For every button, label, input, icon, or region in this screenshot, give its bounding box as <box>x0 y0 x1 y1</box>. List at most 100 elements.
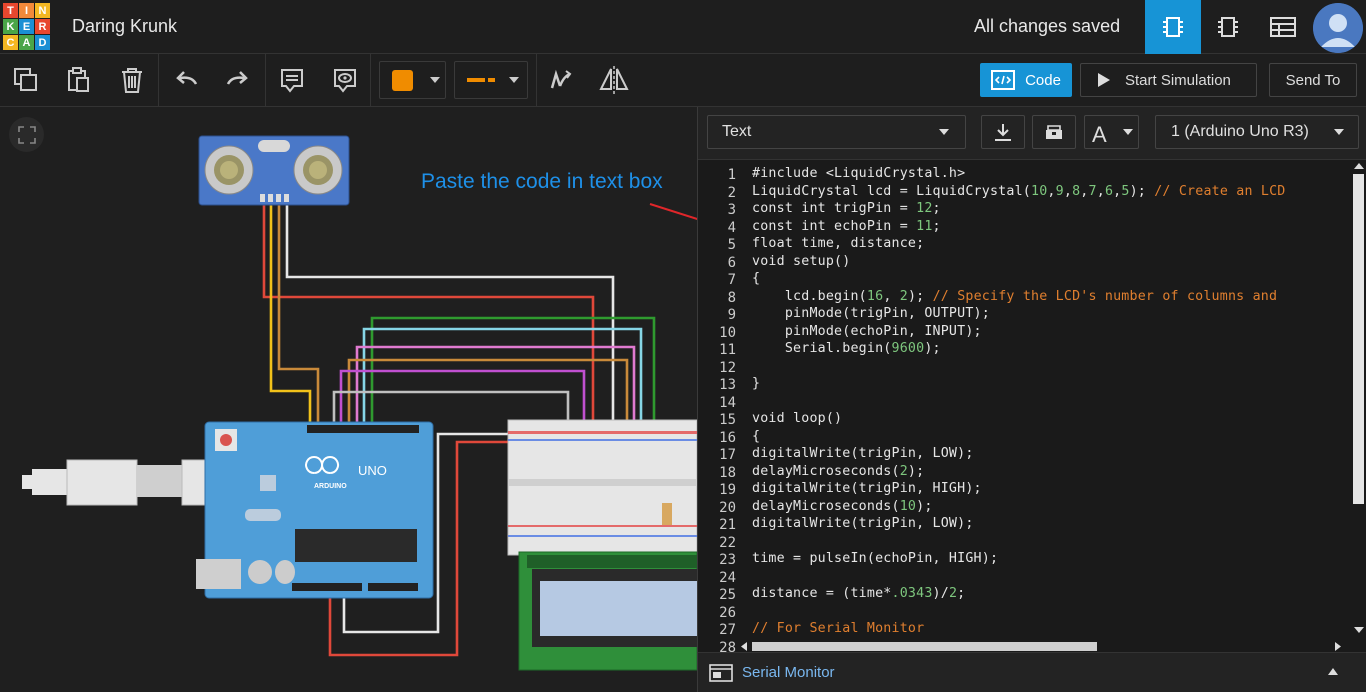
library-icon <box>1046 125 1062 139</box>
trash-icon <box>122 68 142 93</box>
line-number: 4 <box>727 219 736 236</box>
rotate-button[interactable] <box>540 60 580 100</box>
tinkercad-app: TINKERCAD Daring Krunk All changes saved <box>0 0 1366 692</box>
code-line[interactable]: digitalWrite(trigPin, HIGH); <box>752 481 982 496</box>
toolbar-divider <box>265 54 266 107</box>
code-line[interactable]: lcd.begin(16, 2); // Specify the LCD's n… <box>752 289 1277 304</box>
device-dropdown[interactable]: 1 (Arduino Uno R3) <box>1155 115 1359 149</box>
scroll-left-icon[interactable] <box>740 642 748 651</box>
start-simulation-button[interactable]: Start Simulation <box>1080 63 1257 97</box>
code-button[interactable]: Code <box>980 63 1072 97</box>
serial-monitor-bar[interactable]: Serial Monitor <box>698 652 1366 692</box>
font-size-dropdown[interactable]: A <box>1084 115 1139 149</box>
vertical-scroll-thumb[interactable] <box>1353 174 1364 504</box>
chevron-up-icon[interactable] <box>1328 668 1338 675</box>
notes-visibility-button[interactable] <box>325 60 365 100</box>
horizontal-scroll-thumb[interactable] <box>752 642 1097 651</box>
code-line[interactable]: const int trigPin = 12; <box>752 201 941 216</box>
code-editor[interactable]: 1 2 3 4 5 6 7 8 9 10 11 12 13 14 15 16 17 18 19 20 21 22 23 24 2… <box>698 159 1366 652</box>
wire-color-dropdown[interactable] <box>379 61 446 99</box>
arduino-uno-board: UNO ARDUINO <box>196 421 434 599</box>
line-number: 24 <box>719 569 736 586</box>
code-panel: Text A 1 (Arduino Uno R3) 1 2 3 4 5 6 7 … <box>697 107 1366 692</box>
annotation-arrow <box>649 203 697 221</box>
logo-letter: K <box>3 19 18 34</box>
toolbar-divider <box>158 54 159 107</box>
line-number: 15 <box>719 412 736 428</box>
flip-button[interactable] <box>594 60 634 100</box>
code-line[interactable]: float time, distance; <box>752 236 924 251</box>
code-line[interactable]: const int echoPin = 11; <box>752 219 941 234</box>
logo-letter: D <box>35 35 50 50</box>
redo-button[interactable] <box>218 60 258 100</box>
code-line[interactable]: void setup() <box>752 254 850 269</box>
project-name[interactable]: Daring Krunk <box>72 16 177 37</box>
component-list-icon <box>1270 17 1296 37</box>
vertical-scrollbar[interactable] <box>1351 160 1366 652</box>
logo-letter: A <box>19 35 34 50</box>
send-to-button[interactable]: Send To <box>1269 63 1357 97</box>
circuit-canvas[interactable]: UNO ARDUINO Paste the code in text box <box>0 107 697 692</box>
code-line[interactable]: Serial.begin(9600); <box>752 341 941 356</box>
line-number: 16 <box>719 429 736 446</box>
line-number: 8 <box>727 289 736 306</box>
code-line[interactable]: #include <LiquidCrystal.h> <box>752 166 965 181</box>
wire-type-dropdown[interactable] <box>454 61 528 99</box>
undo-button[interactable] <box>166 60 206 100</box>
copy-button[interactable] <box>6 60 46 100</box>
schematic-view-button[interactable] <box>1200 0 1256 54</box>
logo-letter: T <box>3 3 18 18</box>
code-line[interactable]: { <box>752 429 760 444</box>
user-avatar[interactable] <box>1313 3 1363 53</box>
instruction-annotation: Paste the code in text box <box>421 170 663 193</box>
code-line[interactable]: // For Serial Monitor <box>752 621 924 636</box>
svg-text:A: A <box>1092 122 1107 144</box>
scroll-up-icon[interactable] <box>1354 162 1364 170</box>
code-line[interactable]: delayMicroseconds(10); <box>752 499 933 514</box>
logo-letter: N <box>35 3 50 18</box>
code-line[interactable]: pinMode(echoPin, INPUT); <box>752 324 982 339</box>
chevron-down-icon <box>430 77 440 83</box>
top-bar: TIN KER CAD Daring Krunk All changes saved <box>0 0 1366 54</box>
toolbar-divider <box>536 54 537 107</box>
download-code-button[interactable] <box>981 115 1025 149</box>
line-number: 14 <box>719 394 736 411</box>
code-line[interactable]: distance = (time*.0343)/2; <box>752 586 965 601</box>
notes-button[interactable] <box>272 60 312 100</box>
code-line[interactable]: { <box>752 271 760 286</box>
circuit-view-button[interactable] <box>1145 0 1201 54</box>
code-line[interactable]: pinMode(trigPin, OUTPUT); <box>752 306 990 321</box>
code-line[interactable]: void loop() <box>752 411 842 426</box>
component-list-button[interactable] <box>1255 0 1311 54</box>
line-number: 9 <box>727 307 736 323</box>
redo-icon <box>226 71 248 85</box>
code-line[interactable]: LiquidCrystal lcd = LiquidCrystal(10,9,8… <box>752 184 1286 199</box>
code-line[interactable]: delayMicroseconds(2); <box>752 464 924 479</box>
play-icon <box>1098 73 1110 87</box>
scroll-down-icon[interactable] <box>1354 626 1364 634</box>
line-number: 12 <box>719 359 736 376</box>
ultrasonic-sensor <box>198 135 350 206</box>
rotate-icon <box>550 69 572 89</box>
code-line[interactable]: } <box>752 376 760 391</box>
chevron-down-icon <box>509 77 519 83</box>
code-line[interactable]: digitalWrite(trigPin, LOW); <box>752 446 974 461</box>
arduino-model-label: UNO <box>358 463 387 478</box>
code-line[interactable]: time = pulseIn(echoPin, HIGH); <box>752 551 998 566</box>
horizontal-scrollbar[interactable] <box>738 639 1351 652</box>
edit-toolbar: Code Start Simulation Send To <box>0 54 1366 107</box>
line-number: 17 <box>719 447 736 463</box>
line-number: 23 <box>719 552 736 568</box>
scroll-right-icon[interactable] <box>1334 642 1342 651</box>
tinkercad-logo[interactable]: TIN KER CAD <box>3 3 50 50</box>
logo-letter: R <box>35 19 50 34</box>
toolbar-divider <box>370 54 371 107</box>
code-line[interactable]: digitalWrite(trigPin, LOW); <box>752 516 974 531</box>
delete-button[interactable] <box>112 60 152 100</box>
line-number: 21 <box>719 517 736 533</box>
paste-button[interactable] <box>58 60 98 100</box>
line-number-gutter: 1 2 3 4 5 6 7 8 9 10 11 12 13 14 15 16 17 18 19 20 21 22 23 24 2… <box>698 160 738 652</box>
libraries-button[interactable] <box>1032 115 1076 149</box>
code-mode-dropdown[interactable]: Text <box>707 115 966 149</box>
line-number: 3 <box>727 202 736 218</box>
